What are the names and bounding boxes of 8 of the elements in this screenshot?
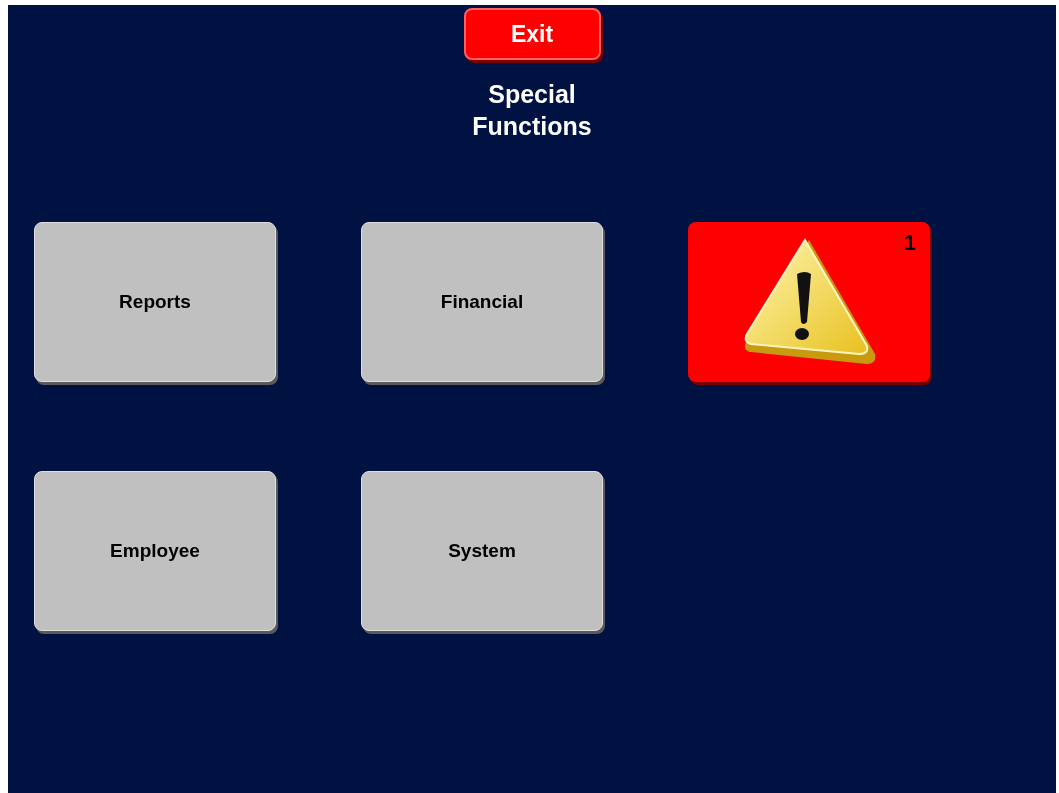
- exit-button[interactable]: Exit: [463, 8, 601, 60]
- alert-count: 1: [903, 232, 916, 254]
- screen-title: Special Functions: [471, 79, 593, 142]
- menu-tile-button[interactable]: Reports: [34, 222, 276, 382]
- menu-tile-button[interactable]: Financial: [361, 222, 603, 382]
- menu-tile-button[interactable]: System: [361, 471, 603, 631]
- menu-tile-button[interactable]: Employee: [34, 471, 276, 631]
- alert-tile-button[interactable]: 1: [688, 222, 930, 382]
